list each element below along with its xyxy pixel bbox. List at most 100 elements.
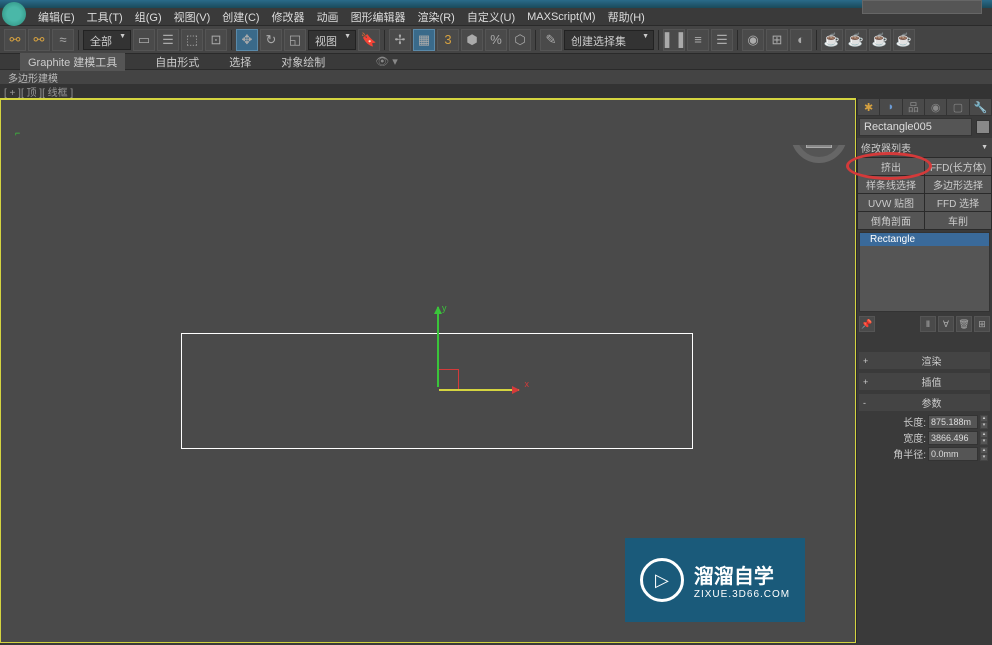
viewport-top[interactable]: y x 上 ▷ 溜溜自学 ZIXUE.3D66.COM ⌐ (0, 98, 856, 643)
menu-customize[interactable]: 自定义(U) (467, 9, 515, 25)
select-region-icon[interactable]: ⬚ (181, 29, 203, 51)
schematic-icon[interactable]: ⊞ (766, 29, 788, 51)
layers-icon[interactable]: ☰ (711, 29, 733, 51)
menu-maxscript[interactable]: MAXScript(M) (527, 11, 595, 23)
ribbon-tab-graphite[interactable]: Graphite 建模工具 (20, 53, 125, 71)
modifier-stack[interactable]: Rectangle (859, 232, 990, 312)
modifier-ffd-select-button[interactable]: FFD 选择 (925, 194, 991, 211)
curve-editor-icon[interactable]: ◉ (742, 29, 764, 51)
ribbon-tab-freeform[interactable]: 自由形式 (155, 54, 199, 70)
object-color-swatch[interactable] (976, 120, 990, 134)
ribbon-tabs: Graphite 建模工具 自由形式 选择 对象绘制 👁 ▾ (0, 54, 992, 70)
configure-icon[interactable]: ⊞ (974, 316, 990, 332)
selection-filter-dropdown[interactable]: 全部 (83, 30, 131, 50)
menu-rendering[interactable]: 渲染(R) (418, 9, 455, 25)
select-name-icon[interactable]: ☰ (157, 29, 179, 51)
scale-icon[interactable]: ◱ (284, 29, 306, 51)
show-result-icon[interactable]: Ⅱ (920, 316, 936, 332)
make-unique-icon[interactable]: ∀ (938, 316, 954, 332)
menu-graph-editors[interactable]: 图形编辑器 (351, 9, 406, 25)
rotate-icon[interactable]: ↻ (260, 29, 282, 51)
modifier-buttons: 挤出 FFD(长方体) 样条线选择 多边形选择 UVW 贴图 FFD 选择 倒角… (857, 157, 992, 230)
pin-stack-icon[interactable]: 📌 (859, 316, 875, 332)
percent-snap-icon[interactable]: % (485, 29, 507, 51)
align-icon[interactable]: ≡ (687, 29, 709, 51)
menu-animation[interactable]: 动画 (317, 9, 339, 25)
viewport-bottom[interactable]: ⌐ (1, 99, 855, 145)
menu-create[interactable]: 创建(C) (222, 9, 259, 25)
radius-input[interactable] (928, 447, 978, 461)
rollup-params-header[interactable]: - 参数 (859, 394, 990, 411)
rollup-render-header[interactable]: + 渲染 (859, 352, 990, 369)
angle-snap-icon[interactable]: ⬢ (461, 29, 483, 51)
width-input[interactable] (928, 431, 978, 445)
axis-y-label: y (442, 303, 447, 313)
named-selection-dropdown[interactable]: 创建选择集 (564, 30, 654, 50)
rollup-interp-header[interactable]: + 插值 (859, 373, 990, 390)
menu-view[interactable]: 视图(V) (174, 9, 211, 25)
spinner-snap-icon[interactable]: ⬡ (509, 29, 531, 51)
length-spinner[interactable]: ▴▾ (980, 415, 988, 429)
select-manipulate-icon[interactable]: ▦ (413, 29, 435, 51)
bookmark-icon[interactable]: 🔖 (358, 29, 380, 51)
move-icon[interactable]: ✥ (236, 29, 258, 51)
window-crossing-icon[interactable]: ⊡ (205, 29, 227, 51)
modifier-chamfer-button[interactable]: 倒角剖面 (858, 212, 924, 229)
play-icon: ▷ (640, 558, 684, 602)
panel-tabs: ✱ ◗ 品 ◉ ▢ 🔧 (857, 98, 992, 116)
material-editor-icon[interactable]: ◐ (790, 29, 812, 51)
edit-selection-icon[interactable]: ✎ (540, 29, 562, 51)
modifier-lathe-button[interactable]: 车削 (925, 212, 991, 229)
radius-spinner[interactable]: ▴▾ (980, 447, 988, 461)
length-input[interactable] (928, 415, 978, 429)
ribbon-eye-icon[interactable]: 👁 ▾ (375, 55, 398, 68)
ribbon-tab-selection[interactable]: 选择 (229, 54, 251, 70)
watermark-title: 溜溜自学 (694, 560, 790, 589)
utilities-tab-icon[interactable]: 🔧 (970, 99, 991, 115)
modifier-list-dropdown[interactable]: 修改器列表 (857, 138, 992, 157)
link-icon[interactable]: ⚯ (4, 29, 26, 51)
watermark-url: ZIXUE.3D66.COM (694, 589, 790, 600)
render-prod-icon[interactable]: ☕ (893, 29, 915, 51)
menu-modifiers[interactable]: 修改器 (272, 9, 305, 25)
render-icon[interactable]: ☕ (869, 29, 891, 51)
unlink-icon[interactable]: ⚯ (28, 29, 50, 51)
hierarchy-tab-icon[interactable]: 品 (903, 99, 924, 115)
title-bar (0, 0, 992, 8)
modifier-uvw-map-button[interactable]: UVW 贴图 (858, 194, 924, 211)
modifier-spline-select-button[interactable]: 样条线选择 (858, 176, 924, 193)
motion-tab-icon[interactable]: ◉ (925, 99, 946, 115)
render-setup-icon[interactable]: ☕ (821, 29, 843, 51)
render-frame-icon[interactable]: ☕ (845, 29, 867, 51)
stack-item-rectangle[interactable]: Rectangle (860, 233, 989, 246)
modify-tab-icon[interactable]: ◗ (880, 99, 901, 115)
pivot-icon[interactable]: ✢ (389, 29, 411, 51)
ribbon-tab-paint[interactable]: 对象绘制 (281, 54, 325, 70)
snap-3-icon[interactable]: 3 (437, 29, 459, 51)
modifier-ffd-box-button[interactable]: FFD(长方体) (925, 158, 991, 175)
menu-group[interactable]: 组(G) (135, 9, 162, 25)
ref-coord-dropdown[interactable]: 视图 (308, 30, 356, 50)
modifier-poly-select-button[interactable]: 多边形选择 (925, 176, 991, 193)
object-name-input[interactable]: Rectangle005 (859, 118, 972, 136)
modifier-extrude-button[interactable]: 挤出 (858, 158, 924, 175)
remove-icon[interactable]: 🗑 (956, 316, 972, 332)
menu-help[interactable]: 帮助(H) (608, 9, 645, 25)
viewport-label[interactable]: [ + ][ 顶 ][ 线框 ] (0, 84, 992, 98)
width-spinner[interactable]: ▴▾ (980, 431, 988, 445)
collapse-icon: - (863, 398, 873, 408)
select-icon[interactable]: ▭ (133, 29, 155, 51)
app-logo-icon[interactable] (2, 2, 26, 26)
create-tab-icon[interactable]: ✱ (858, 99, 879, 115)
command-panel: ✱ ◗ 品 ◉ ▢ 🔧 Rectangle005 修改器列表 挤出 FFD(长方… (856, 98, 992, 643)
expand-icon: + (863, 377, 873, 387)
menu-tools[interactable]: 工具(T) (87, 9, 123, 25)
ribbon-subtab[interactable]: 多边形建模 (0, 70, 992, 84)
menu-bar: 编辑(E) 工具(T) 组(G) 视图(V) 创建(C) 修改器 动画 图形编辑… (0, 8, 992, 26)
length-label: 长度: (903, 414, 926, 429)
menu-edit[interactable]: 编辑(E) (38, 9, 75, 25)
mirror-icon[interactable]: ▌▐ (663, 29, 685, 51)
help-search-input[interactable] (862, 0, 982, 14)
bind-icon[interactable]: ≈ (52, 29, 74, 51)
display-tab-icon[interactable]: ▢ (947, 99, 968, 115)
